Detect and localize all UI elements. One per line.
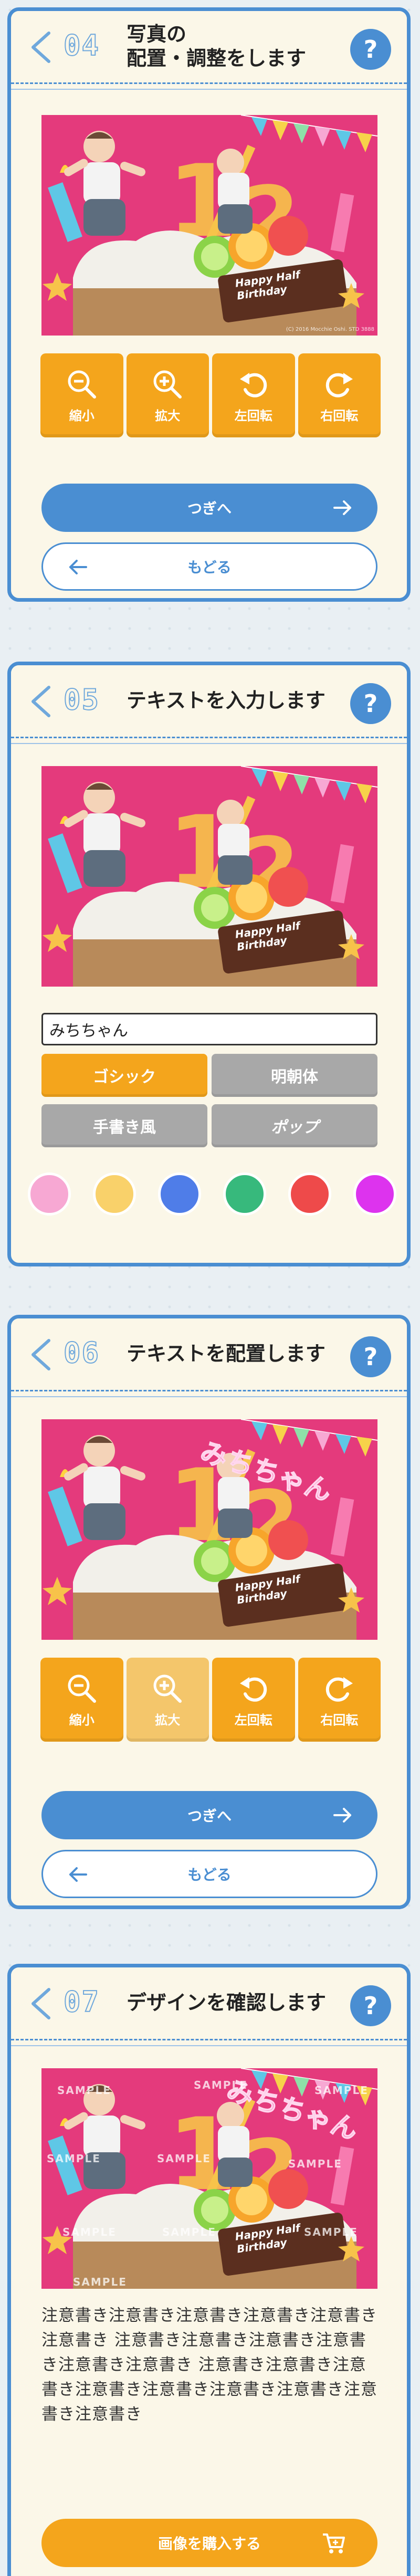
back-label: もどる — [187, 1866, 232, 1883]
step-header: 06 テキストを配置します ? — [11, 1318, 407, 1397]
name-text-input[interactable] — [41, 1013, 377, 1045]
font-handwriting-button[interactable]: 手書き風 — [41, 1104, 207, 1147]
zoom-in-icon — [153, 1674, 182, 1703]
help-button[interactable]: ? — [350, 683, 391, 724]
rotate-left-icon — [239, 372, 267, 397]
help-button[interactable]: ? — [350, 1985, 391, 2026]
sample-watermark: SAMPLE — [157, 2152, 211, 2165]
rotate-right-icon — [326, 1677, 353, 1702]
zoom-out-icon — [68, 1674, 96, 1703]
photo-credit: (C) 2016 Mocchie Oshi. STD 3888 — [286, 327, 374, 332]
zoom-out-label: 縮小 — [69, 1712, 94, 1727]
back-label: もどる — [187, 559, 232, 576]
color-swatch-yellow[interactable] — [93, 1172, 136, 1216]
back-chevron-icon[interactable] — [26, 683, 57, 720]
sample-watermark: SAMPLE — [62, 2226, 117, 2238]
photo-preview[interactable]: Happy Half Birthday みちちゃん — [41, 1419, 377, 1640]
rotate-left-icon — [239, 1677, 267, 1702]
design-preview: Happy Half Birthday みちちゃん SAMPLE SAMPLE … — [41, 2068, 377, 2289]
next-button[interactable]: つぎへ — [41, 1791, 377, 1839]
step-title: テキストを配置します — [127, 1342, 326, 1366]
step-title: デザインを確認します — [127, 1991, 327, 2015]
zoom-in-icon — [153, 370, 182, 399]
cart-icon — [323, 2533, 345, 2553]
help-button[interactable]: ? — [350, 29, 391, 70]
step-number: 04 — [63, 28, 100, 62]
zoom-in-button[interactable]: 拡大 — [126, 1658, 209, 1742]
zoom-out-button[interactable]: 縮小 — [40, 1658, 123, 1742]
step-06-card: 06 テキストを配置します ? Happy Half Birthday みちちゃ… — [7, 1315, 411, 1909]
step-07-card: 07 デザインを確認します ? Happy Half Birthday みちちゃ… — [7, 1964, 411, 2576]
font-mincho-button[interactable]: 明朝体 — [212, 1054, 377, 1097]
color-swatch-blue[interactable] — [158, 1172, 201, 1216]
back-chevron-icon[interactable] — [26, 1336, 57, 1373]
zoom-in-label: 拡大 — [155, 1712, 181, 1727]
arrow-left-icon — [69, 560, 87, 574]
next-label: つぎへ — [187, 500, 232, 517]
sample-watermark: SAMPLE — [47, 2152, 101, 2165]
zoom-out-icon — [68, 370, 96, 399]
step-number: 07 — [63, 1985, 100, 2019]
color-swatch-green[interactable] — [223, 1172, 266, 1216]
step-number: 06 — [63, 1336, 100, 1370]
back-chevron-icon[interactable] — [26, 29, 57, 66]
title-line-1: 写真の — [127, 23, 187, 46]
photo-preview: Happy Half Birthday — [41, 766, 377, 987]
rotate-left-button[interactable]: 左回転 — [212, 1658, 295, 1742]
notice-text: 注意書き注意書き注意書き注意書き注意書き注意書き 注意書き注意書き注意書き注意書… — [41, 2306, 377, 2424]
sample-watermark: SAMPLE — [314, 2084, 369, 2097]
color-swatch-pink[interactable] — [28, 1172, 71, 1216]
purchase-label: 画像を購入する — [158, 2535, 261, 2552]
purchase-button[interactable]: 画像を購入する — [41, 2519, 377, 2567]
sample-watermark: SAMPLE — [288, 2158, 342, 2170]
sample-watermark: SAMPLE — [162, 2226, 216, 2238]
rotate-left-label: 左回転 — [234, 408, 272, 423]
rotate-right-label: 右回転 — [320, 408, 359, 423]
rotate-left-label: 左回転 — [234, 1712, 272, 1727]
next-button[interactable]: つぎへ — [41, 484, 377, 532]
rotate-right-icon — [326, 372, 353, 397]
photo-tools: 縮小 拡大 左回転 右回転 — [40, 353, 381, 437]
step-title: 写真の 配置・調整をします — [127, 11, 347, 82]
arrow-left-icon — [69, 1867, 87, 1882]
back-button[interactable]: もどる — [41, 1850, 377, 1898]
sample-watermark: SAMPLE — [304, 2226, 358, 2238]
rotate-right-label: 右回転 — [320, 1712, 359, 1727]
step-header: 05 テキストを入力します ? — [11, 665, 407, 744]
sample-watermark: SAMPLE — [194, 2079, 248, 2091]
step-header: 07 デザインを確認します ? — [11, 1967, 407, 2046]
step-header: 04 写真の 配置・調整をします ? — [11, 11, 407, 90]
color-swatch-red[interactable] — [288, 1172, 331, 1216]
sample-watermark: SAMPLE — [73, 2276, 127, 2288]
help-button[interactable]: ? — [350, 1336, 391, 1377]
back-chevron-icon[interactable] — [26, 1985, 57, 2022]
title-line-2: 配置・調整をします — [127, 47, 307, 70]
back-button[interactable]: もどる — [41, 542, 377, 591]
zoom-in-label: 拡大 — [155, 408, 181, 423]
step-number: 05 — [63, 683, 100, 717]
rotate-right-button[interactable]: 右回転 — [298, 353, 381, 437]
color-swatch-magenta[interactable] — [353, 1172, 396, 1216]
step-title: テキストを入力します — [127, 689, 326, 713]
next-label: つぎへ — [187, 1807, 232, 1825]
arrow-right-icon — [333, 1808, 351, 1823]
zoom-out-label: 縮小 — [69, 408, 94, 423]
font-gothic-button[interactable]: ゴシック — [41, 1054, 207, 1097]
rotate-left-button[interactable]: 左回転 — [212, 353, 295, 437]
photo-image — [41, 766, 377, 987]
text-tools: 縮小 拡大 左回転 右回転 — [40, 1658, 381, 1742]
zoom-in-button[interactable]: 拡大 — [126, 353, 209, 437]
photo-preview[interactable]: Happy Half Birthday (C) 2016 Mocchie Osh… — [41, 115, 377, 336]
font-pop-button[interactable]: ポップ — [212, 1104, 377, 1147]
zoom-out-button[interactable]: 縮小 — [40, 353, 123, 437]
step-04-card: 04 写真の 配置・調整をします ? Happy Half Birthday (C… — [7, 7, 411, 602]
step-05-card: 05 テキストを入力します ? Happy Half Birthday ゴシック… — [7, 662, 411, 1266]
arrow-right-icon — [333, 500, 351, 515]
photo-image — [41, 115, 377, 336]
rotate-right-button[interactable]: 右回転 — [298, 1658, 381, 1742]
sample-watermark: SAMPLE — [57, 2084, 111, 2097]
